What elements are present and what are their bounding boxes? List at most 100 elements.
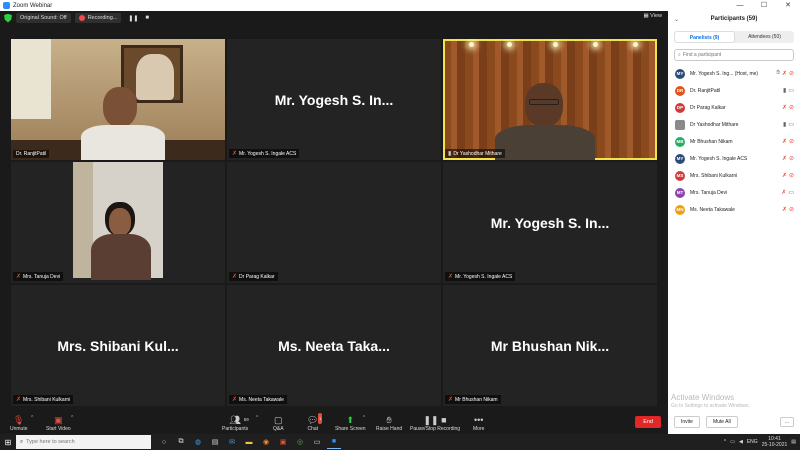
participants-label: Participants <box>222 426 249 432</box>
hand-icon: ✋︎ <box>386 415 392 425</box>
unmute-button[interactable]: 🎙︎ Unmute <box>10 415 28 432</box>
language-indicator[interactable]: ENG <box>747 439 758 445</box>
taskbar-search-input[interactable] <box>26 439 137 445</box>
meeting-area: Original Sound: Off Recording... ❚❚ ■ ▦ … <box>0 11 668 409</box>
participant-row[interactable]: MY Mr. Yogesh S. Ingale ACS ✗ ⊘ <box>668 150 800 167</box>
participant-row[interactable]: MN Ms. Neeta Takawale ✗ ⊘ <box>668 201 800 218</box>
close-button[interactable]: ✕ <box>776 0 800 11</box>
tab-panelists[interactable]: Panelists (9) <box>674 31 735 43</box>
mail-icon[interactable]: ✉ <box>225 435 239 449</box>
cortana-icon[interactable]: ○ <box>157 435 171 449</box>
mic-muted-icon[interactable]: ✗ <box>782 70 787 77</box>
office-icon[interactable]: ▣ <box>276 435 290 449</box>
video-off-icon[interactable]: ⊘ <box>789 206 794 213</box>
participant-status-icons: ✗ ⊘ <box>782 104 794 111</box>
share-screen-button[interactable]: ⬆ Share Screen <box>335 415 366 432</box>
participant-row[interactable]: MS Mrs. Shibani Kulkarni ✗ ⊘ <box>668 167 800 184</box>
stop-recording-icon[interactable]: ■ <box>145 15 149 21</box>
original-sound-toggle[interactable]: Original Sound: Off <box>16 13 71 23</box>
mute-all-button[interactable]: Mute All <box>705 416 738 428</box>
participants-button[interactable]: 👥︎ 59 Participants <box>222 415 249 432</box>
minimize-button[interactable]: — <box>728 0 752 11</box>
participant-search-input[interactable] <box>682 52 783 58</box>
chat-button[interactable]: 💬︎ 1 Chat <box>307 413 323 432</box>
video-tile-ranjitpatil[interactable]: Dr. RanjitPatil <box>11 39 225 160</box>
video-off-icon[interactable]: ⊘ <box>789 155 794 162</box>
zoom-taskbar-icon[interactable]: ■ <box>327 435 341 449</box>
participant-row[interactable]: MY Mr. Yogesh S. Ing... (Host, me) ✋︎ ✗ ⊘ <box>668 65 800 82</box>
video-on-icon[interactable]: ▭ <box>788 121 794 128</box>
pause-stop-recording-button[interactable]: ❚❚ ■ Pause/Stop Recording <box>410 415 460 432</box>
share-options-caret-icon[interactable]: ^ <box>363 415 365 421</box>
collapse-chevron-icon[interactable]: ⌄ <box>674 16 679 23</box>
tile-name-tag: ✗ Mr. Yogesh S. Ingale ACS <box>229 149 300 158</box>
participant-row[interactable]: Dr Yashodhar Mithare ▮ ▭ <box>668 116 800 133</box>
start-video-button[interactable]: ▣ Start Video <box>46 415 71 432</box>
clock[interactable]: 10:41 25-10-2021 <box>762 436 788 448</box>
video-tile-tanuja[interactable]: ✗ Mrs. Tanuja Devi <box>11 162 225 283</box>
view-button[interactable]: ▦ View <box>643 13 662 19</box>
end-button[interactable]: End <box>635 416 661 428</box>
video-tile-neeta[interactable]: Ms. Neeta Taka... ✗ Ms. Neeta Takawale <box>227 285 441 406</box>
maximize-button[interactable]: ☐ <box>752 0 776 11</box>
audio-options-caret-icon[interactable]: ^ <box>31 415 33 421</box>
raise-hand-button[interactable]: ✋︎ Raise Hand <box>376 415 402 432</box>
windows-start-icon[interactable]: ⊞ <box>0 434 16 450</box>
notification-icon[interactable]: ▤ <box>791 439 796 445</box>
firefox-icon[interactable]: ◉ <box>259 435 273 449</box>
tray-chevron-icon[interactable]: ^ <box>724 439 726 445</box>
participant-search: ⌕ <box>674 49 794 61</box>
mic-muted-icon[interactable]: ✗ <box>781 189 786 196</box>
mic-muted-icon[interactable]: ✗ <box>782 206 787 213</box>
avatar: MN <box>675 204 685 215</box>
video-tile-yogesh-1[interactable]: Mr. Yogesh S. In... ✗ Mr. Yogesh S. Ingal… <box>227 39 441 160</box>
mic-on-icon[interactable]: ▮ <box>783 121 786 128</box>
chrome-icon[interactable]: ◎ <box>293 435 307 449</box>
video-tile-yogesh-2[interactable]: Mr. Yogesh S. In... ✗ Mr. Yogesh S. Ingal… <box>443 162 657 283</box>
panel-more-button[interactable]: ... <box>779 417 794 427</box>
edge-icon[interactable]: ◍ <box>191 435 205 449</box>
video-tile-bhushan[interactable]: Mr Bhushan Nik... ✗ Mr Bhushan Nikam <box>443 285 657 406</box>
recording-control-label: Pause/Stop Recording <box>410 426 461 432</box>
video-tile-shibani[interactable]: Mrs. Shibani Kul... ✗ Mrs. Shibani Kulkar… <box>11 285 225 406</box>
recording-label: Recording... <box>87 15 118 21</box>
video-tile-parag[interactable]: ✗ Dr Parag Kalkar <box>227 162 441 283</box>
qa-button[interactable]: ▢ Q&A <box>273 415 284 432</box>
tab-attendees[interactable]: Attendees (50) <box>735 31 794 43</box>
mic-muted-icon[interactable]: ✗ <box>782 155 787 162</box>
task-view-icon[interactable]: ⧉ <box>174 435 188 449</box>
participant-row[interactable]: MT Mrs. Tanuja Devi ✗ ▭ <box>668 184 800 201</box>
volume-icon[interactable]: ◀ <box>739 439 743 445</box>
avatar: DR <box>675 85 685 96</box>
clock-date: 25-10-2021 <box>761 442 788 448</box>
video-off-icon[interactable]: ⊘ <box>789 104 794 111</box>
media-icon[interactable]: ▭ <box>310 435 324 449</box>
video-tile-yashodhar[interactable]: ▮ Dr Yashodhar Mithare <box>443 39 657 160</box>
more-button[interactable]: ••• More <box>473 415 484 432</box>
tile-label: Mr. Yogesh S. Ingale ACS <box>239 150 297 157</box>
participant-row[interactable]: DR Dr. RanjitPatil ▮ ▭ <box>668 82 800 99</box>
video-off-icon[interactable]: ⊘ <box>789 138 794 145</box>
invite-button[interactable]: Invite <box>674 416 700 428</box>
mic-muted-icon[interactable]: ✗ <box>782 138 787 145</box>
video-off-icon[interactable]: ⊘ <box>789 172 794 179</box>
mic-muted-icon[interactable]: ✗ <box>782 172 787 179</box>
tile-label: Mr Bhushan Nikam <box>455 396 498 403</box>
participant-row[interactable]: DP Dr Parag Kalkar ✗ ⊘ <box>668 99 800 116</box>
avatar: DP <box>675 102 685 113</box>
security-shield-icon[interactable] <box>4 13 12 23</box>
video-options-caret-icon[interactable]: ^ <box>71 415 73 421</box>
tile-name-tag: ✗ Mr. Yogesh S. Ingale ACS <box>445 272 516 281</box>
file-explorer-icon[interactable]: ▬ <box>242 435 256 449</box>
video-on-icon[interactable]: ▭ <box>788 189 794 196</box>
mic-muted-icon[interactable]: ✗ <box>782 104 787 111</box>
store-icon[interactable]: ▤ <box>208 435 222 449</box>
participant-row[interactable]: MB Mr Bhushan Nikam ✗ ⊘ <box>668 133 800 150</box>
video-off-icon[interactable]: ⊘ <box>789 70 794 77</box>
video-on-icon[interactable]: ▭ <box>788 87 794 94</box>
mic-on-icon[interactable]: ▮ <box>783 87 786 94</box>
pause-recording-icon[interactable]: ❚❚ <box>128 15 138 22</box>
participants-caret-icon[interactable]: ^ <box>256 415 258 421</box>
network-icon[interactable]: ▭ <box>730 439 735 445</box>
zoom-window: Zoom Webinar — ☐ ✕ Original Sound: Off R… <box>0 0 800 450</box>
